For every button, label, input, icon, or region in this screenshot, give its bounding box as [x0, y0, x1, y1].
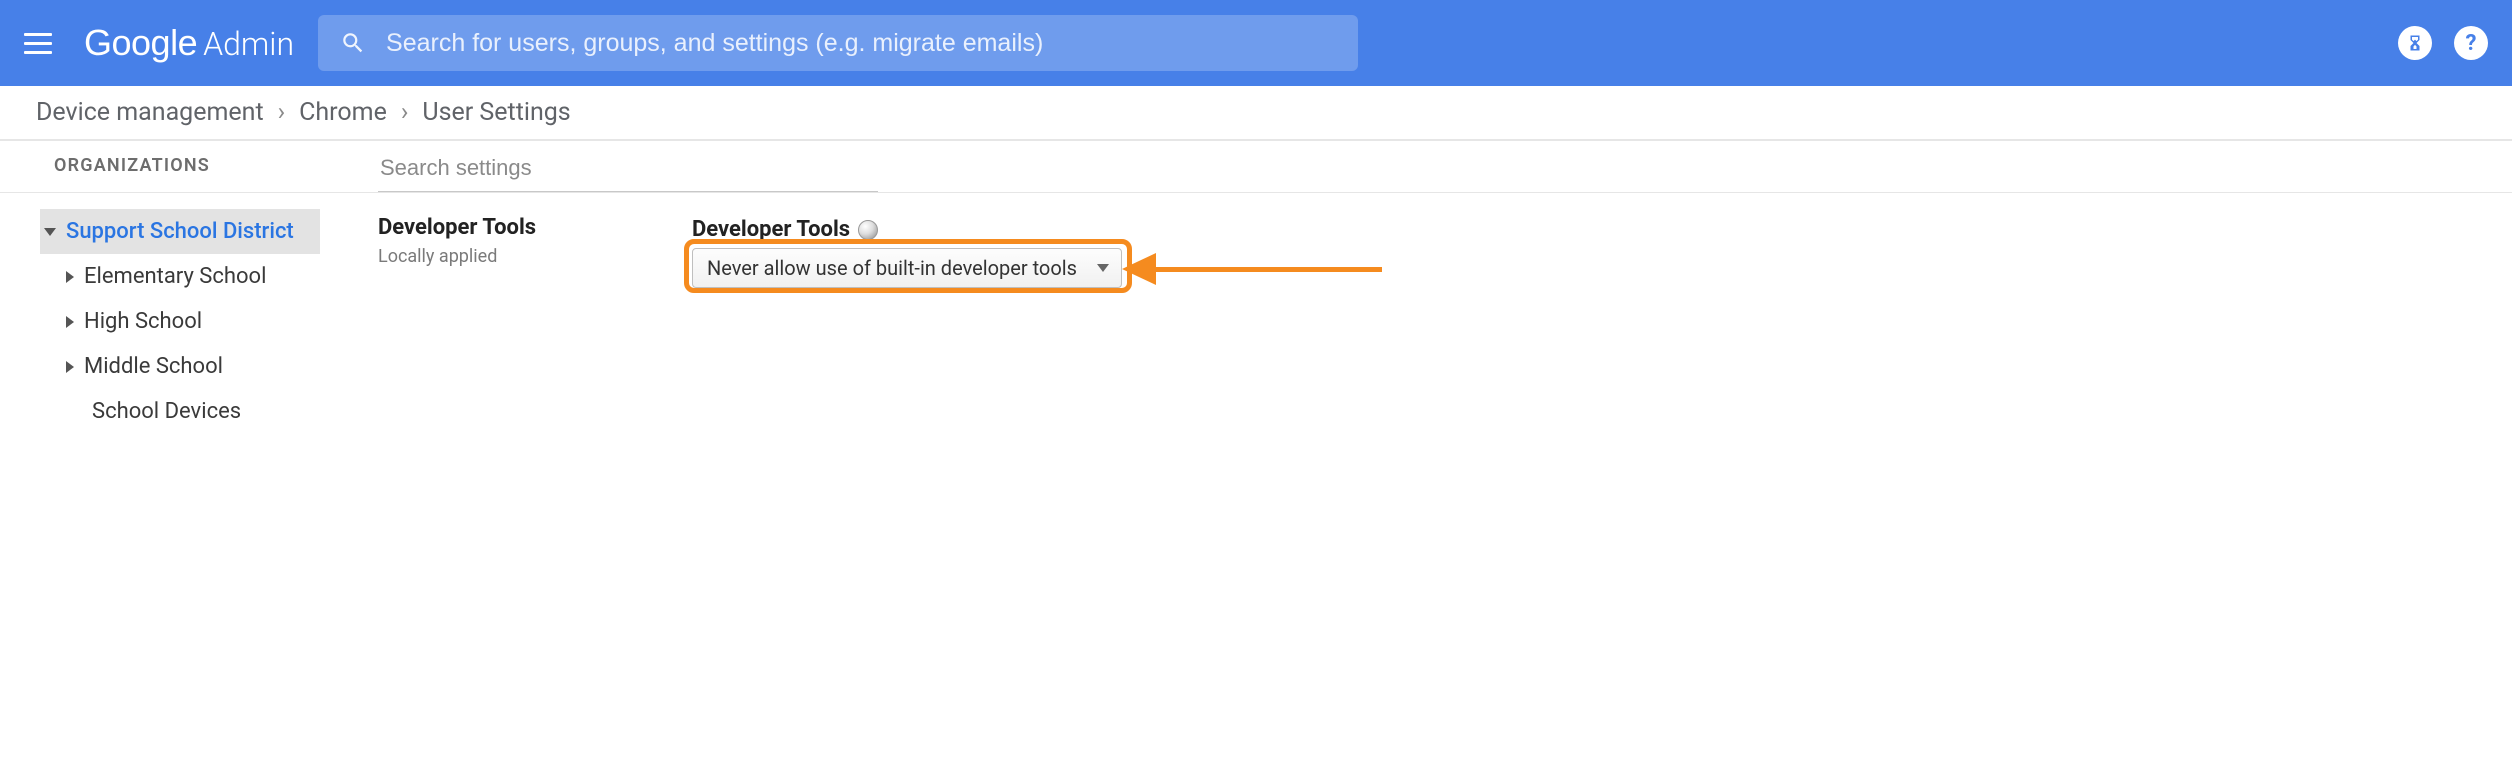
dropdown-selected-value: Never allow use of built-in developer to…	[707, 256, 1077, 280]
breadcrumb: Device management › Chrome › User Settin…	[0, 86, 2512, 141]
org-heading-col: ORGANIZATIONS	[0, 141, 320, 192]
help-icon[interactable]: ?	[2454, 26, 2488, 60]
org-item-label: High School	[84, 309, 202, 334]
settings-search-input[interactable]	[378, 149, 878, 192]
developer-tools-dropdown[interactable]: Never allow use of built-in developer to…	[692, 248, 1122, 288]
org-item-label: Elementary School	[84, 264, 266, 289]
settings-search-col	[320, 141, 2512, 192]
breadcrumb-item[interactable]: User Settings	[422, 98, 570, 127]
setting-section-meta: Developer Tools Locally applied	[378, 215, 608, 267]
chevron-right-icon: ›	[401, 98, 409, 127]
hamburger-menu-icon[interactable]	[24, 25, 60, 61]
setting-applied-scope: Locally applied	[378, 246, 608, 267]
app-header: Google Admin ?	[0, 0, 2512, 86]
logo-secondary: Admin	[203, 25, 294, 63]
app-logo[interactable]: Google Admin	[84, 22, 294, 64]
global-search-wrap	[318, 15, 1358, 71]
org-item[interactable]: Middle School	[66, 344, 320, 389]
breadcrumb-item[interactable]: Device management	[36, 98, 264, 127]
org-children: Elementary School High School Middle Sch…	[40, 254, 320, 434]
lightbulb-icon[interactable]	[858, 220, 878, 240]
org-item-label: School Devices	[92, 399, 241, 424]
org-item-label: Middle School	[84, 354, 223, 379]
chevron-right-icon	[66, 316, 74, 328]
organizations-heading: ORGANIZATIONS	[54, 155, 319, 176]
org-item[interactable]: High School	[66, 299, 320, 344]
setting-label: Developer Tools	[692, 217, 1122, 242]
global-search[interactable]	[318, 15, 1358, 71]
header-actions: ?	[2398, 26, 2488, 60]
logo-primary: Google	[84, 22, 197, 64]
org-item[interactable]: Elementary School	[66, 254, 320, 299]
org-item[interactable]: School Devices	[66, 389, 320, 434]
annotation-arrow	[1122, 259, 1382, 279]
chevron-right-icon: ›	[278, 98, 286, 127]
settings-content: Developer Tools Locally applied Develope…	[320, 203, 2512, 434]
global-search-input[interactable]	[386, 29, 1336, 58]
org-item-root[interactable]: Support School District	[40, 209, 320, 254]
chevron-down-icon	[44, 228, 56, 236]
chevron-right-icon	[66, 361, 74, 373]
setting-section-title: Developer Tools	[378, 215, 608, 240]
main-area: Support School District Elementary Schoo…	[0, 193, 2512, 434]
subheader: ORGANIZATIONS	[0, 141, 2512, 193]
org-item-label: Support School District	[66, 219, 294, 244]
chevron-right-icon	[66, 271, 74, 283]
trial-hourglass-icon[interactable]	[2398, 26, 2432, 60]
search-icon	[340, 30, 366, 56]
breadcrumb-item[interactable]: Chrome	[299, 98, 387, 127]
setting-control: Developer Tools Never allow use of built…	[692, 215, 1122, 288]
setting-label-text: Developer Tools	[692, 217, 850, 242]
org-sidebar: Support School District Elementary Schoo…	[0, 203, 320, 434]
